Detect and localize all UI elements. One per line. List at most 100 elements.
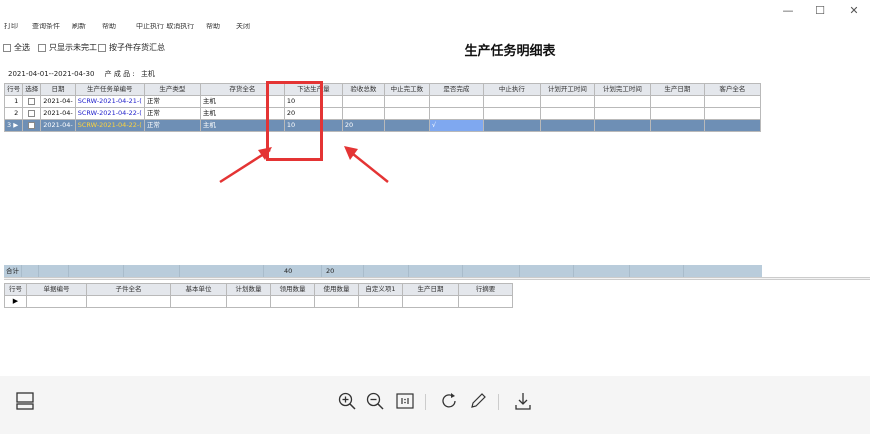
cell-type[interactable]: 正常 [143, 107, 201, 120]
zoom-out-icon[interactable] [364, 390, 386, 412]
row-select-checkbox[interactable] [22, 95, 42, 108]
cell-plan-end[interactable] [593, 119, 651, 132]
cell-accepted[interactable]: 20 [341, 119, 385, 132]
menu-query-conditions[interactable]: 查询条件 [32, 23, 60, 31]
detail-col-issued-qty[interactable]: 领用数量 [270, 283, 315, 296]
cell-stop-exec[interactable] [482, 107, 541, 120]
detail-cell[interactable] [358, 295, 403, 308]
cell-stop-exec[interactable] [482, 119, 541, 132]
menu-stop-execution[interactable]: 中止执行 取消执行 [136, 23, 194, 31]
select-all-checkbox[interactable]: 全选 [3, 42, 30, 53]
totals-empty [684, 265, 762, 277]
cell-done[interactable] [428, 107, 484, 120]
cell-date[interactable]: 2021-04- [40, 95, 76, 108]
cell-task-code[interactable]: SCRW-2021-04-22-( [74, 107, 145, 120]
aggregate-by-child-checkbox[interactable]: 按子件存货汇总 [98, 42, 165, 53]
cell-type[interactable]: 正常 [143, 95, 201, 108]
cell-plan-start[interactable] [539, 107, 595, 120]
col-stopped-qty[interactable]: 中止完工数 [383, 83, 430, 96]
row-select-checkbox[interactable] [22, 119, 42, 132]
cell-date[interactable]: 2021-04- [40, 119, 76, 132]
table-row[interactable]: 2 2021-04- SCRW-2021-04-22-( 正常 主机 20 [3, 107, 761, 120]
col-plan-end[interactable]: 计划完工时间 [593, 83, 651, 96]
cell-customer[interactable] [703, 107, 761, 120]
detail-cell[interactable] [26, 295, 87, 308]
only-unfinished-checkbox[interactable]: 只显示未完工 [38, 42, 97, 53]
production-task-grid: 行号 选择 日期 生产任务单编号 生产类型 存货全名 下达生产量 验收总数 中止… [3, 83, 761, 132]
menu-print[interactable]: 打印 [4, 23, 18, 31]
layout-toggle-icon[interactable] [14, 390, 36, 412]
col-accepted[interactable]: 验收总数 [341, 83, 385, 96]
detail-cell[interactable] [270, 295, 315, 308]
detail-col-row-no[interactable]: 行号 [4, 283, 27, 296]
menu-help[interactable]: 帮助 [102, 23, 116, 31]
cell-customer[interactable] [703, 95, 761, 108]
detail-col-prod-date[interactable]: 生产日期 [402, 283, 459, 296]
menu-close[interactable]: 关闭 [236, 23, 250, 31]
cell-prod-date[interactable] [649, 107, 705, 120]
cell-plan-start[interactable] [539, 95, 595, 108]
menu-help-2[interactable]: 帮助 [206, 23, 220, 31]
detail-col-doc-no[interactable]: 单据编号 [26, 283, 87, 296]
cell-prod-date[interactable] [649, 119, 705, 132]
cell-stopped[interactable] [383, 95, 430, 108]
menu-refresh[interactable]: 刷新 [72, 23, 86, 31]
edit-pencil-icon[interactable] [467, 390, 489, 412]
detail-cell[interactable] [402, 295, 459, 308]
cell-date[interactable]: 2021-04- [40, 107, 76, 120]
minimize-button[interactable]: — [778, 4, 798, 17]
col-row-no[interactable]: 行号 [3, 83, 24, 96]
detail-col-used-qty[interactable]: 使用数量 [314, 283, 359, 296]
cell-accepted[interactable] [341, 107, 385, 120]
select-all-label: 全选 [14, 43, 30, 52]
date-range: 2021-04-01--2021-04-30 [8, 70, 95, 78]
cell-customer[interactable] [703, 119, 761, 132]
row-select-checkbox[interactable] [22, 107, 42, 120]
splitter[interactable] [4, 277, 870, 280]
cell-stopped[interactable] [383, 107, 430, 120]
col-select[interactable]: 选择 [22, 83, 42, 96]
zoom-in-icon[interactable] [336, 390, 358, 412]
detail-col-custom1[interactable]: 自定义项1 [358, 283, 403, 296]
cell-accepted[interactable] [341, 95, 385, 108]
col-customer[interactable]: 客户全名 [703, 83, 761, 96]
detail-cell[interactable] [226, 295, 271, 308]
cell-stop-exec[interactable] [482, 95, 541, 108]
totals-label: 合计 [4, 265, 22, 277]
maximize-button[interactable]: ☐ [810, 4, 830, 17]
cell-done[interactable] [428, 95, 484, 108]
cell-task-code[interactable]: SCRW-2021-04-22-( [74, 119, 145, 132]
col-type[interactable]: 生产类型 [143, 83, 201, 96]
totals-empty [409, 265, 463, 277]
rotate-icon[interactable] [438, 390, 460, 412]
table-row[interactable]: 1 2021-04- SCRW-2021-04-21-( 正常 主机 10 [3, 95, 761, 108]
table-row-selected[interactable]: 3 ▶ 2021-04- SCRW-2021-04-22-( 正常 主机 10 … [3, 119, 761, 132]
cell-plan-start[interactable] [539, 119, 595, 132]
cell-done[interactable]: √ [428, 119, 484, 132]
detail-cell[interactable] [314, 295, 359, 308]
detail-row[interactable]: ▶ [4, 295, 513, 308]
detail-cell[interactable] [86, 295, 171, 308]
col-plan-start[interactable]: 计划开工时间 [539, 83, 595, 96]
cell-stopped[interactable] [383, 119, 430, 132]
col-date[interactable]: 日期 [40, 83, 76, 96]
detail-col-plan-qty[interactable]: 计划数量 [226, 283, 271, 296]
cell-task-code[interactable]: SCRW-2021-04-21-( [74, 95, 145, 108]
col-is-done[interactable]: 是否完成 [428, 83, 484, 96]
col-prod-date[interactable]: 生产日期 [649, 83, 705, 96]
cell-type[interactable]: 正常 [143, 119, 201, 132]
totals-accepted: 20 [322, 265, 364, 277]
cell-plan-end[interactable] [593, 95, 651, 108]
detail-col-summary[interactable]: 行摘要 [458, 283, 513, 296]
detail-cell[interactable] [170, 295, 227, 308]
col-task-code[interactable]: 生产任务单编号 [74, 83, 145, 96]
detail-col-unit[interactable]: 基本单位 [170, 283, 227, 296]
download-icon[interactable] [512, 390, 534, 412]
detail-col-child-name[interactable]: 子件全名 [86, 283, 171, 296]
cell-prod-date[interactable] [649, 95, 705, 108]
cell-plan-end[interactable] [593, 107, 651, 120]
detail-cell[interactable] [458, 295, 513, 308]
col-stop-exec[interactable]: 中止执行 [482, 83, 541, 96]
close-button[interactable]: ✕ [844, 4, 864, 17]
actual-size-icon[interactable] [394, 390, 416, 412]
